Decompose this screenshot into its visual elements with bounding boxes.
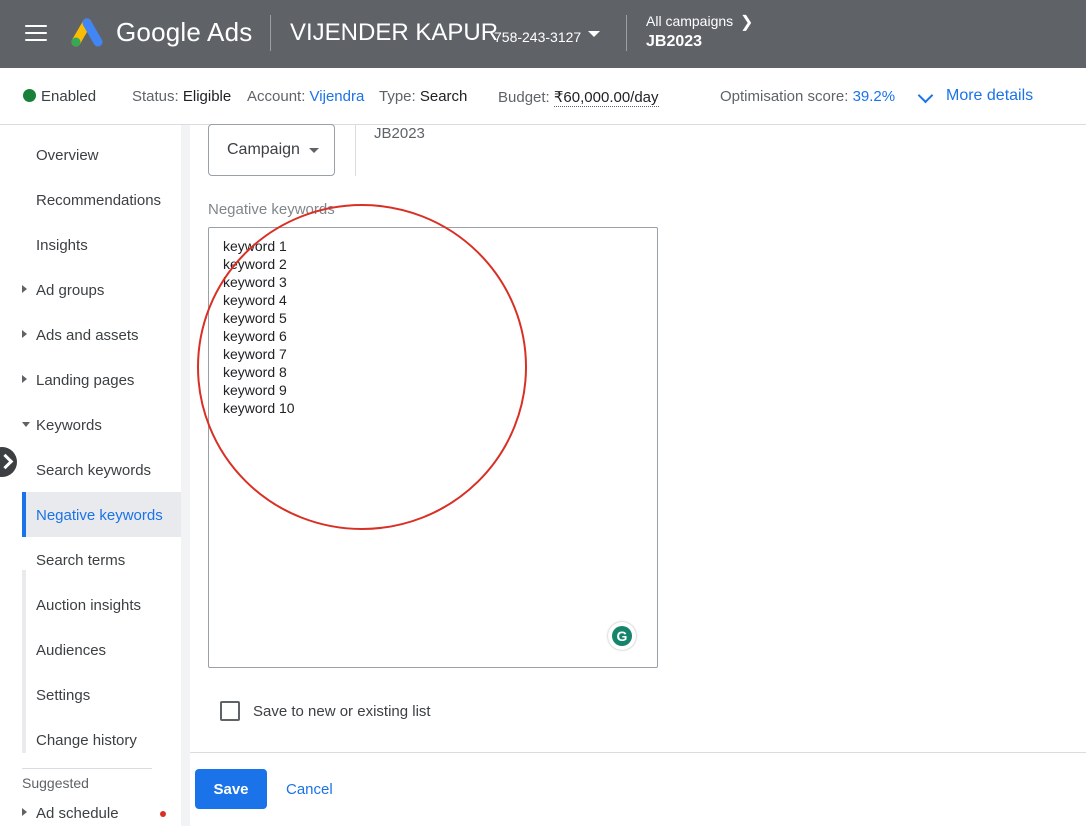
dropdown-caret-icon bbox=[309, 148, 319, 153]
level-select-value: Campaign bbox=[227, 141, 300, 158]
menu-icon[interactable] bbox=[25, 25, 47, 43]
selected-campaign-name: JB2023 bbox=[374, 125, 425, 142]
sidebar-item-search-keywords[interactable]: Search keywords bbox=[36, 462, 151, 479]
negative-keywords-label: Negative keywords bbox=[208, 201, 335, 218]
brand-name: Google Ads bbox=[116, 17, 253, 47]
sidebar-item-landing-pages[interactable]: Landing pages bbox=[36, 372, 134, 389]
sidebar-item-settings[interactable]: Settings bbox=[36, 687, 90, 704]
status-field: Status: Eligible bbox=[132, 88, 231, 105]
optimisation-label: Optimisation score: bbox=[720, 88, 849, 105]
breadcrumb-all-campaigns[interactable]: All campaigns bbox=[646, 13, 733, 29]
breadcrumb-current-campaign[interactable]: JB2023 bbox=[646, 33, 702, 51]
sidebar-item-ad-groups[interactable]: Ad groups bbox=[36, 282, 104, 299]
campaign-status-bar: Enabled Status: Eligible Account: Vijend… bbox=[0, 68, 1086, 125]
divider bbox=[270, 15, 271, 51]
optimisation-field: Optimisation score: 39.2% bbox=[720, 88, 895, 105]
budget-label: Budget: bbox=[498, 89, 550, 106]
sidebar-item-search-terms[interactable]: Search terms bbox=[36, 552, 125, 569]
google-ads-logo-icon bbox=[71, 18, 103, 47]
divider bbox=[626, 15, 627, 51]
more-details-button[interactable]: More details bbox=[946, 87, 1033, 105]
account-dropdown-icon[interactable] bbox=[588, 31, 600, 37]
save-to-list-checkbox[interactable] bbox=[220, 701, 240, 721]
divider bbox=[22, 768, 152, 769]
account-id[interactable]: 758-243-3127 bbox=[494, 29, 581, 45]
status-label: Status: bbox=[132, 88, 179, 105]
sidebar-item-auction-insights[interactable]: Auction insights bbox=[36, 597, 141, 614]
expand-arrow-icon[interactable] bbox=[22, 330, 27, 338]
top-app-bar: Google Ads VIJENDER KAPUR 758-243-3127 A… bbox=[0, 0, 1086, 68]
campaign-state[interactable]: Enabled bbox=[41, 88, 96, 105]
enabled-status-icon bbox=[23, 89, 36, 102]
keywords-submenu-rail bbox=[22, 570, 26, 753]
sidebar-item-ad-schedule[interactable]: Ad schedule bbox=[36, 805, 119, 822]
type-value: Search bbox=[419, 88, 468, 105]
negative-keywords-textarea[interactable] bbox=[208, 227, 658, 668]
notification-dot-icon bbox=[160, 811, 166, 817]
chevron-right-icon bbox=[0, 453, 14, 470]
budget-value[interactable]: ₹60,000.00/day bbox=[553, 89, 659, 107]
optimisation-score[interactable]: 39.2% bbox=[853, 88, 896, 105]
active-item-indicator bbox=[22, 492, 26, 537]
sidebar-item-overview[interactable]: Overview bbox=[36, 147, 99, 164]
save-button[interactable]: Save bbox=[195, 769, 267, 809]
account-name[interactable]: VIJENDER KAPUR bbox=[290, 19, 498, 47]
sidebar-item-insights[interactable]: Insights bbox=[36, 237, 88, 254]
sidebar-item-audiences[interactable]: Audiences bbox=[36, 642, 106, 659]
chevron-right-icon: ❯ bbox=[740, 14, 754, 31]
collapse-arrow-icon[interactable] bbox=[22, 422, 30, 427]
account-link[interactable]: Vijendra bbox=[310, 88, 365, 105]
type-label: Type: bbox=[379, 88, 416, 105]
status-value: Eligible bbox=[182, 88, 232, 105]
type-field: Type: Search bbox=[379, 88, 467, 105]
budget-field: Budget: ₹60,000.00/day bbox=[498, 88, 659, 107]
divider bbox=[190, 752, 1086, 753]
expand-arrow-icon[interactable] bbox=[22, 375, 27, 383]
save-to-list-label[interactable]: Save to new or existing list bbox=[253, 703, 431, 720]
divider bbox=[355, 124, 356, 176]
level-select-dropdown[interactable]: Campaign bbox=[208, 124, 335, 176]
account-label: Account: bbox=[247, 88, 306, 105]
sidebar-item-change-history[interactable]: Change history bbox=[36, 732, 137, 749]
sidebar-item-ads-and-assets[interactable]: Ads and assets bbox=[36, 327, 139, 344]
account-field: Account: Vijendra bbox=[247, 88, 364, 105]
grammarly-icon[interactable]: G bbox=[608, 622, 636, 650]
sidebar-item-keywords[interactable]: Keywords bbox=[36, 417, 102, 434]
expand-arrow-icon[interactable] bbox=[22, 808, 27, 816]
suggested-heading: Suggested bbox=[22, 775, 89, 791]
sidebar-item-negative-keywords[interactable]: Negative keywords bbox=[36, 507, 163, 524]
sidebar-nav: Overview Recommendations Insights Ad gro… bbox=[0, 125, 181, 826]
expand-arrow-icon[interactable] bbox=[22, 285, 27, 293]
cancel-button[interactable]: Cancel bbox=[282, 769, 337, 809]
chevron-down-icon[interactable] bbox=[917, 87, 934, 104]
sidebar-item-recommendations[interactable]: Recommendations bbox=[36, 192, 161, 209]
